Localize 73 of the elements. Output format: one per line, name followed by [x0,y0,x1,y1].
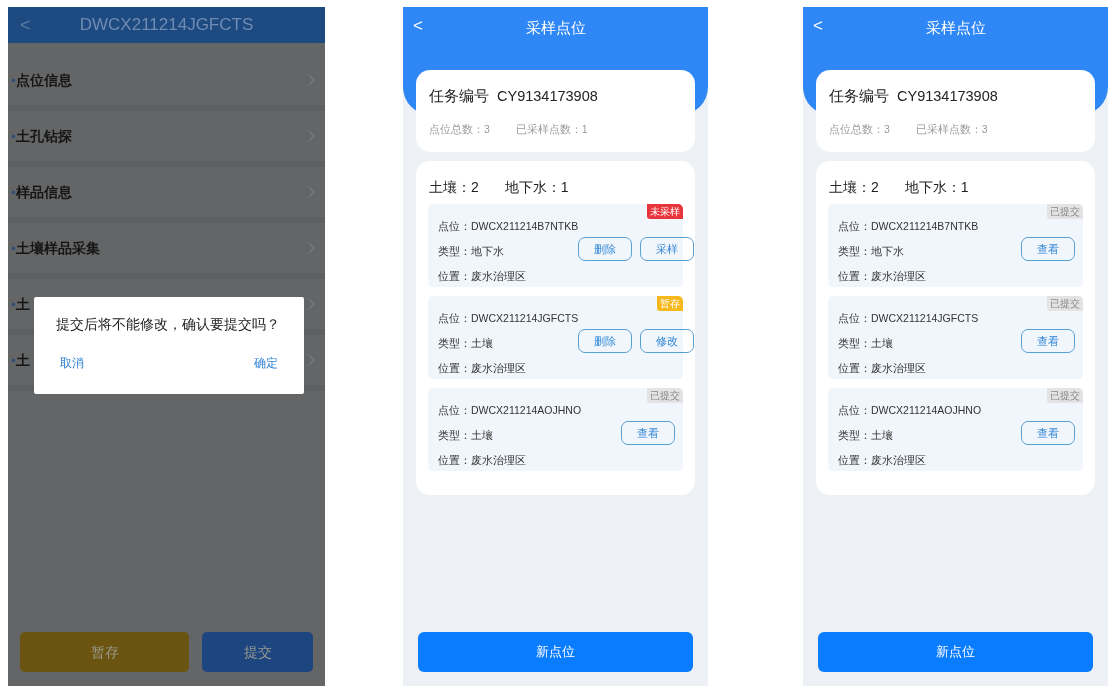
dialog-message: 提交后将不能修改，确认要提交吗？ [56,315,281,334]
bullet-icon [12,134,15,138]
status-tag: 未采样 [647,204,683,219]
point-id: 点位：DWCX211214JGFCTS [838,311,980,327]
point-type: 类型：土壤 [838,336,894,352]
header-title: 采样点位 [925,18,986,38]
status-tag: 已提交 [647,388,683,403]
task-label: 任务编号 [429,87,489,106]
action-button[interactable]: 删除 [578,329,633,353]
point-id: 点位：DWCX211214AOJHNO [838,403,983,419]
point-type: 类型：土壤 [438,428,494,444]
menu-item[interactable]: 土孔钻探 [8,111,325,167]
bullet-icon [12,78,15,82]
new-point-button[interactable]: 新点位 [418,632,693,672]
point-id: 点位：DWCX211214B7NTKB [438,219,579,235]
menu-item-label: 样品信息 [16,182,72,202]
menu-item[interactable]: 样品信息 [8,167,325,223]
status-tag: 已提交 [1047,204,1083,219]
back-button[interactable]: < [813,17,833,34]
point-id: 点位：DWCX211214B7NTKB [838,219,980,235]
bullet-icon [12,190,15,194]
point-location: 位置：废水治理区 [838,360,927,376]
type-count: 土壤：2 [829,178,879,197]
point-location: 位置：废水治理区 [438,452,527,468]
menu-item[interactable]: 土壤样品采集 [8,223,325,279]
menu-item[interactable]: 点位信息 [8,55,325,111]
new-point-button[interactable]: 新点位 [818,632,1093,672]
point-location: 位置：废水治理区 [838,452,927,468]
menu-item-label: 土孔钻探 [16,126,72,146]
status-tag: 已提交 [1047,388,1083,403]
save-draft-button[interactable]: 暂存 [20,632,189,672]
total-points: 点位总数：3 [429,121,490,137]
submit-button[interactable]: 提交 [202,632,313,672]
point-type: 类型：土壤 [438,336,494,352]
type-count: 土壤：2 [429,178,479,197]
point-type: 类型：地下水 [838,244,905,260]
back-button[interactable]: < [20,16,40,34]
task-number: CY9134173908 [497,87,598,106]
menu-item-label: 土 [16,294,30,314]
menu-item-label: 土壤样品采集 [16,238,100,258]
cancel-button[interactable]: 取消 [60,354,84,372]
status-tag: 暂存 [657,296,683,311]
bullet-icon [12,302,15,306]
point-type: 类型：地下水 [438,244,505,260]
task-label: 任务编号 [829,87,889,106]
header-title: DWCX211214JGFCTS [79,14,254,37]
menu-item-label: 点位信息 [16,70,72,90]
bullet-icon [12,246,15,250]
action-button[interactable]: 查看 [621,421,675,445]
sampled-points: 已采样点数：1 [515,121,588,137]
task-number: CY9134173908 [897,87,998,106]
point-location: 位置：废水治理区 [438,268,527,284]
menu-item-label: 土 [16,350,30,370]
action-button[interactable]: 删除 [578,237,633,261]
total-points: 点位总数：3 [829,121,890,137]
header-title: 采样点位 [525,18,586,38]
action-button[interactable]: 查看 [1021,329,1075,353]
status-tag: 已提交 [1047,296,1083,311]
point-type: 类型：土壤 [838,428,894,444]
point-location: 位置：废水治理区 [438,360,527,376]
action-button[interactable]: 查看 [1021,237,1075,261]
point-location: 位置：废水治理区 [838,268,927,284]
confirm-button[interactable]: 确定 [254,354,278,372]
action-button[interactable]: 查看 [1021,421,1075,445]
sampled-points: 已采样点数：3 [915,121,988,137]
type-count: 地下水：1 [904,178,969,197]
type-count: 地下水：1 [504,178,569,197]
bullet-icon [12,358,15,362]
action-button[interactable]: 修改 [640,329,695,353]
point-id: 点位：DWCX211214JGFCTS [438,311,579,327]
point-id: 点位：DWCX211214AOJHNO [438,403,583,419]
back-button[interactable]: < [413,17,433,34]
action-button[interactable]: 采样 [640,237,695,261]
